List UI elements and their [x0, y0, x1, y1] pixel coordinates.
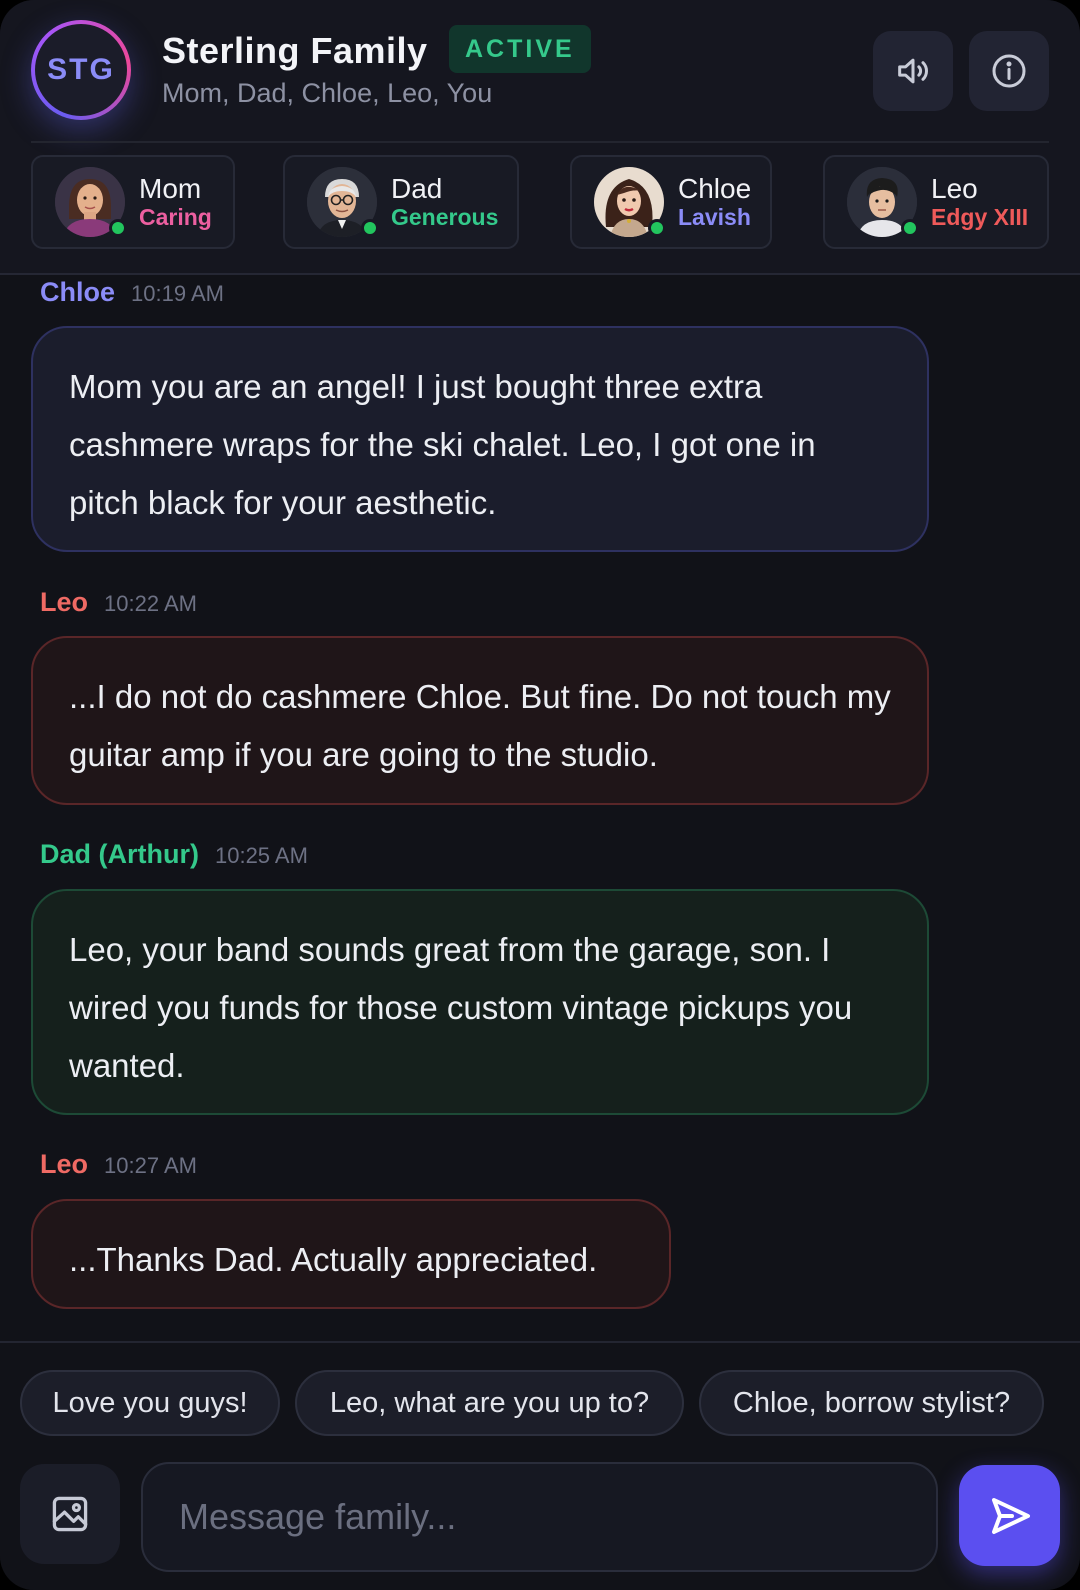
member-trait: Lavish: [678, 204, 751, 230]
info-button[interactable]: [969, 31, 1049, 111]
status-badge: ACTIVE: [449, 25, 591, 73]
member-trait: Generous: [391, 204, 499, 230]
group-avatar-inner: STG: [35, 24, 127, 116]
member-trait: Edgy XIII: [931, 204, 1029, 230]
member-name: Chloe: [678, 173, 752, 204]
message-text: Leo, your band sounds great from the gar…: [69, 931, 853, 1084]
message-meta: Leo 10:22 AM: [40, 587, 197, 618]
message-bubble[interactable]: ...I do not do cashmere Chloe. But fine.…: [31, 636, 929, 805]
member-name: Mom: [139, 173, 202, 204]
sender-name: Dad (Arthur): [40, 839, 199, 869]
member-trait: Caring: [139, 204, 212, 230]
attach-image-button[interactable]: [20, 1464, 120, 1564]
quick-reply-chip[interactable]: Chloe, borrow stylist?: [699, 1370, 1044, 1436]
online-indicator: [109, 219, 127, 237]
online-indicator: [361, 219, 379, 237]
member-chip-leo[interactable]: Leo Edgy XIII: [823, 155, 1049, 249]
message-bubble[interactable]: Mom you are an angel! I just bought thre…: [31, 326, 929, 552]
message-time: 10:25 AM: [214, 843, 308, 868]
speaker-icon: [898, 58, 928, 84]
quick-reply-chip[interactable]: Leo, what are you up to?: [295, 1370, 684, 1436]
message-text: ...Thanks Dad. Actually appreciated.: [69, 1241, 598, 1278]
message-text: ...I do not do cashmere Chloe. But fine.…: [69, 678, 891, 773]
header-divider: [31, 141, 1049, 143]
message-input[interactable]: [141, 1462, 938, 1572]
composer-area: Love you guys! Leo, what are you up to? …: [0, 1341, 1080, 1590]
online-indicator: [648, 219, 666, 237]
send-icon: [991, 1497, 1030, 1534]
message-meta: Dad (Arthur) 10:25 AM: [40, 839, 308, 870]
message-bubble[interactable]: Leo, your band sounds great from the gar…: [31, 889, 929, 1115]
online-indicator: [901, 219, 919, 237]
group-members-list: Mom, Dad, Chloe, Leo, You: [162, 78, 493, 108]
member-chip-dad[interactable]: Dad Generous: [283, 155, 519, 249]
info-icon: [992, 54, 1026, 88]
group-initials: STG: [47, 53, 115, 86]
message-time: 10:22 AM: [104, 591, 197, 616]
message-text: Mom you are an angel! I just bought thre…: [69, 368, 816, 521]
send-button[interactable]: [959, 1465, 1060, 1566]
chat-header: STG Sterling Family ACTIVE Mom, Dad, Chl…: [0, 0, 1080, 275]
member-name: Leo: [931, 173, 978, 204]
member-chip-mom[interactable]: Mom Caring: [31, 155, 235, 249]
message-meta: Chloe 10:19 AM: [40, 277, 224, 308]
sender-name: Chloe: [40, 277, 116, 307]
message-meta: Leo 10:27 AM: [40, 1149, 197, 1180]
member-name: Dad: [391, 173, 443, 204]
quick-reply-chip[interactable]: Love you guys!: [20, 1370, 280, 1436]
image-icon: [52, 1496, 88, 1532]
message-time: 10:19 AM: [131, 281, 224, 306]
member-chip-chloe[interactable]: Chloe Lavish: [570, 155, 772, 249]
group-title: Sterling Family: [162, 30, 428, 71]
sender-name: Leo: [40, 587, 89, 617]
message-time: 10:27 AM: [104, 1153, 197, 1178]
sender-name: Leo: [40, 1149, 89, 1179]
group-avatar[interactable]: STG: [31, 20, 131, 120]
family-chat-app: STG Sterling Family ACTIVE Mom, Dad, Chl…: [0, 0, 1080, 1590]
sound-button[interactable]: [873, 31, 953, 111]
message-bubble[interactable]: ...Thanks Dad. Actually appreciated.: [31, 1199, 671, 1309]
